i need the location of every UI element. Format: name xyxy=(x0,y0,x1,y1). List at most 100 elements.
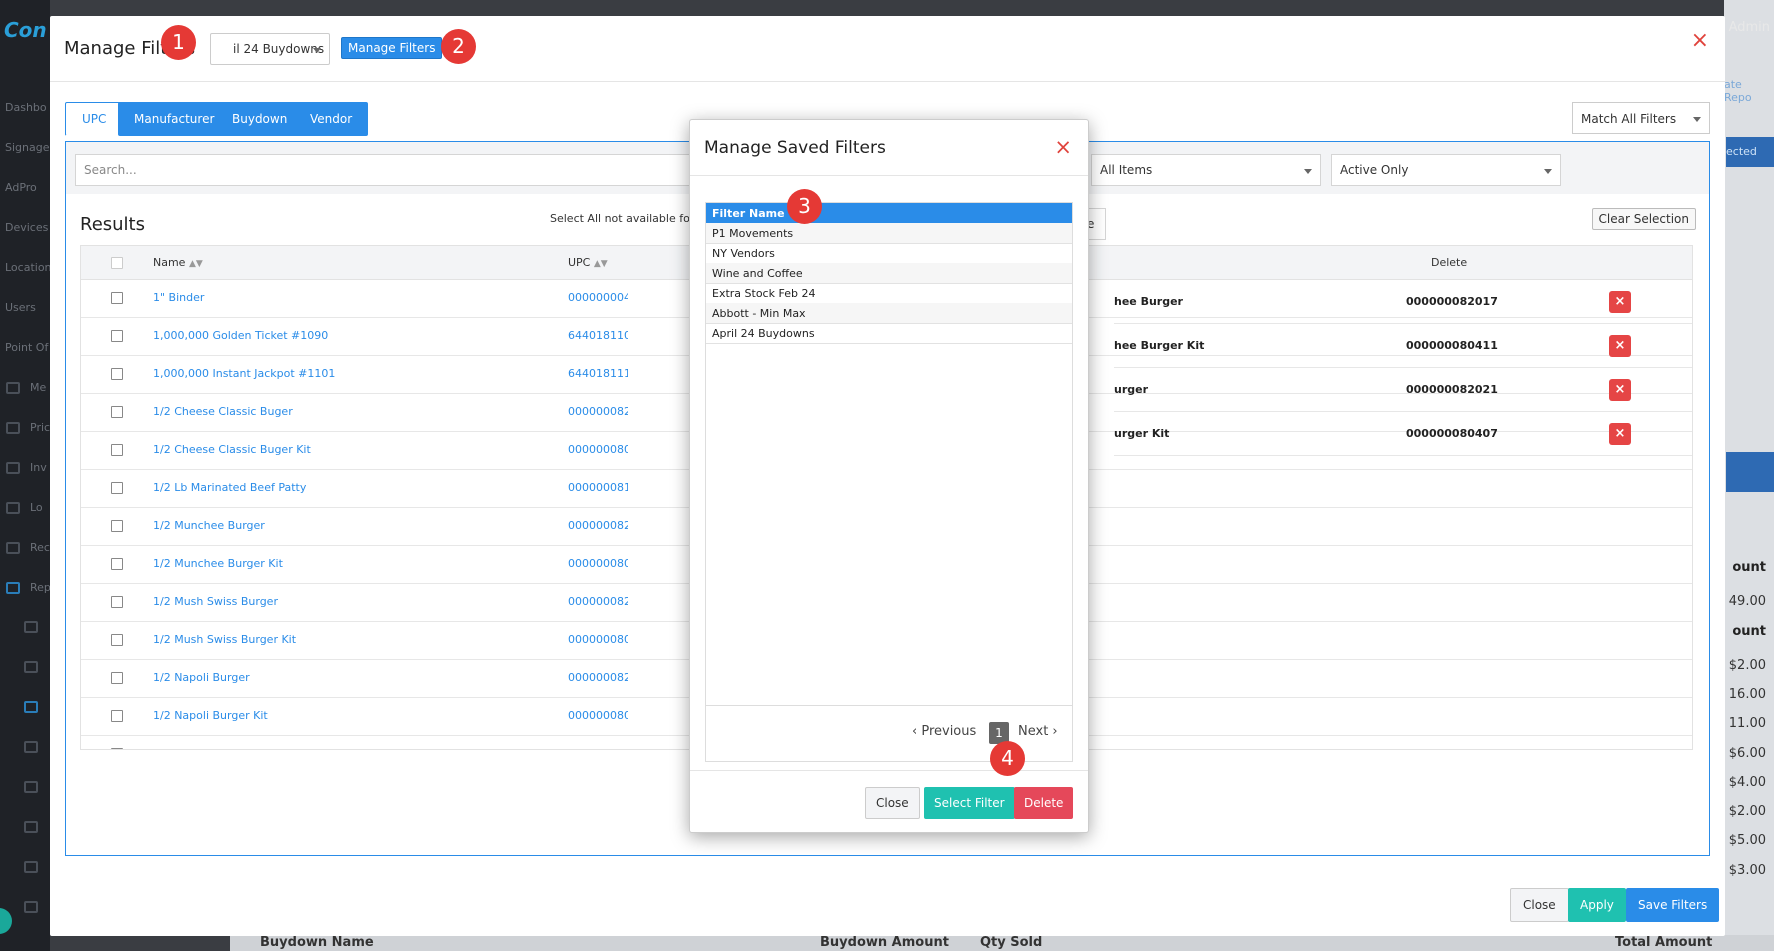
close-icon[interactable]: × xyxy=(1054,135,1072,159)
item-upc-link[interactable]: 000000080 xyxy=(568,709,628,722)
background-amount-header: ount xyxy=(1732,560,1766,575)
item-name-link[interactable]: 1/2 Lb Marinated Beef Patty xyxy=(153,481,306,494)
item-name-link[interactable]: 1/2 South Of Border Burger xyxy=(153,747,303,749)
row-checkbox[interactable] xyxy=(111,558,123,570)
item-upc-link[interactable]: 000000081 xyxy=(568,481,628,494)
row-checkbox[interactable] xyxy=(111,482,123,494)
tab-upc[interactable]: UPC xyxy=(65,102,124,136)
saved-filter-item[interactable]: NY Vendors xyxy=(706,243,1072,264)
bg-col-buydown-name: Buydown Name xyxy=(260,935,374,950)
row-checkbox[interactable] xyxy=(111,710,123,722)
background-amount: $6.00 xyxy=(1728,746,1766,761)
item-name-link[interactable]: 1/2 Napoli Burger xyxy=(153,671,250,684)
user-name: Admin xyxy=(1728,20,1770,35)
annotation-badge-4: 4 xyxy=(990,741,1025,776)
background-table-header: Buydown Name Buydown Amount Qty Sold Tot… xyxy=(230,935,1774,951)
nav-icon xyxy=(6,462,20,474)
row-checkbox[interactable] xyxy=(111,520,123,532)
delete-icon[interactable]: × xyxy=(1609,423,1631,445)
manage-filters-button[interactable]: Manage Filters xyxy=(341,37,443,59)
background-amount: 49.00 xyxy=(1728,594,1766,609)
item-name-link[interactable]: 1/2 Napoli Burger Kit xyxy=(153,709,268,722)
row-checkbox[interactable] xyxy=(111,292,123,304)
row-checkbox[interactable] xyxy=(111,634,123,646)
nav-icon xyxy=(24,901,38,913)
item-upc-link[interactable]: 000000080 xyxy=(568,557,628,570)
item-name-link[interactable]: 1,000,000 Instant Jackpot #1101 xyxy=(153,367,335,380)
item-upc-link[interactable]: 000000080 xyxy=(568,633,628,646)
saved-filter-select[interactable]: il 24 Buydowns xyxy=(210,33,330,65)
item-upc-link[interactable]: 000000082 xyxy=(568,747,628,749)
row-checkbox[interactable] xyxy=(111,596,123,608)
item-name-link[interactable]: 1/2 Mush Swiss Burger Kit xyxy=(153,633,296,646)
row-checkbox[interactable] xyxy=(111,748,123,749)
saved-filter-item[interactable]: Wine and Coffee xyxy=(706,263,1072,284)
row-checkbox[interactable] xyxy=(111,368,123,380)
background-nav-item: Lo xyxy=(30,501,43,514)
match-filters-select[interactable]: Match All Filters xyxy=(1572,102,1710,134)
sort-icon: ▲▼ xyxy=(188,259,203,269)
item-name-link[interactable]: 1,000,000 Golden Ticket #1090 xyxy=(153,329,328,342)
delete-icon[interactable]: × xyxy=(1609,291,1631,313)
list-header: Filter Name xyxy=(706,203,1072,223)
annotation-badge-3: 3 xyxy=(787,189,822,224)
background-amount: $5.00 xyxy=(1728,833,1766,848)
row-checkbox[interactable] xyxy=(111,444,123,456)
row-checkbox[interactable] xyxy=(111,406,123,418)
clear-selection-button[interactable]: Clear Selection xyxy=(1591,208,1696,230)
apply-button[interactable]: Apply xyxy=(1568,888,1626,922)
delete-filter-button[interactable]: Delete xyxy=(1014,787,1074,819)
background-nav-item: Dashbo xyxy=(5,101,47,114)
nav-icon xyxy=(24,781,38,793)
delete-icon[interactable]: × xyxy=(1609,335,1631,357)
item-upc-link[interactable]: 644018110 xyxy=(568,329,628,342)
delete-icon[interactable]: × xyxy=(1609,379,1631,401)
chevron-down-icon xyxy=(1544,169,1552,174)
column-upc[interactable]: UPC ▲▼ xyxy=(568,256,608,269)
column-name[interactable]: Name ▲▼ xyxy=(153,256,203,269)
item-upc-link[interactable]: 644018111 xyxy=(568,367,628,380)
item-name-link[interactable]: 1/2 Cheese Classic Buger Kit xyxy=(153,443,311,456)
item-upc-link[interactable]: 000000004 xyxy=(568,291,628,304)
item-upc-link[interactable]: 000000082 xyxy=(568,595,628,608)
status-select-value: Active Only xyxy=(1340,163,1409,177)
item-name-link[interactable]: 1" Binder xyxy=(153,291,204,304)
save-filters-button[interactable]: Save Filters xyxy=(1626,888,1720,922)
item-upc-link[interactable]: 000000082 xyxy=(568,405,628,418)
items-select[interactable]: All Items xyxy=(1091,154,1321,186)
tab-manufacturer[interactable]: Manufacturer xyxy=(118,102,231,136)
item-name-link[interactable]: 1/2 Munchee Burger xyxy=(153,519,265,532)
saved-filter-item[interactable]: Abbott - Min Max xyxy=(706,303,1072,324)
item-upc-link[interactable]: 000000080 xyxy=(568,443,628,456)
annotation-badge-2: 2 xyxy=(441,29,476,64)
item-upc-link[interactable]: 000000082 xyxy=(568,519,628,532)
next-page-button[interactable]: Next › xyxy=(1018,724,1058,739)
background-nav-item: Signage xyxy=(5,141,50,154)
background-nav-item: Pric xyxy=(30,421,51,434)
dialog-close-button[interactable]: Close xyxy=(865,787,920,819)
saved-filter-item[interactable]: P1 Movements xyxy=(706,223,1072,244)
background-nav-item: AdPro xyxy=(5,181,37,194)
tab-buydown[interactable]: Buydown xyxy=(216,102,304,136)
background-nav-item: Devices xyxy=(5,221,49,234)
item-name-link[interactable]: 1/2 Cheese Classic Buger xyxy=(153,405,293,418)
background-link: ate Repo xyxy=(1724,78,1752,104)
background-nav-item: Users xyxy=(5,301,36,314)
select-filter-button[interactable]: Select Filter xyxy=(924,787,1015,819)
saved-filter-item[interactable]: Extra Stock Feb 24 xyxy=(706,283,1072,304)
item-upc-link[interactable]: 000000082 xyxy=(568,671,628,684)
close-button[interactable]: Close xyxy=(1510,888,1569,922)
select-all-checkbox[interactable] xyxy=(111,257,123,269)
background-nav-item: Location xyxy=(5,261,52,274)
row-checkbox[interactable] xyxy=(111,330,123,342)
previous-page-button[interactable]: ‹ Previous xyxy=(912,724,976,739)
tab-vendor[interactable]: Vendor xyxy=(294,102,369,136)
close-icon[interactable]: × xyxy=(1691,30,1709,52)
nav-icon xyxy=(6,382,20,394)
item-name-link[interactable]: 1/2 Munchee Burger Kit xyxy=(153,557,283,570)
nav-icon xyxy=(6,422,20,434)
item-name-link[interactable]: 1/2 Mush Swiss Burger xyxy=(153,595,278,608)
saved-filter-item[interactable]: April 24 Buydowns xyxy=(706,323,1072,344)
row-checkbox[interactable] xyxy=(111,672,123,684)
status-select[interactable]: Active Only xyxy=(1331,154,1561,186)
